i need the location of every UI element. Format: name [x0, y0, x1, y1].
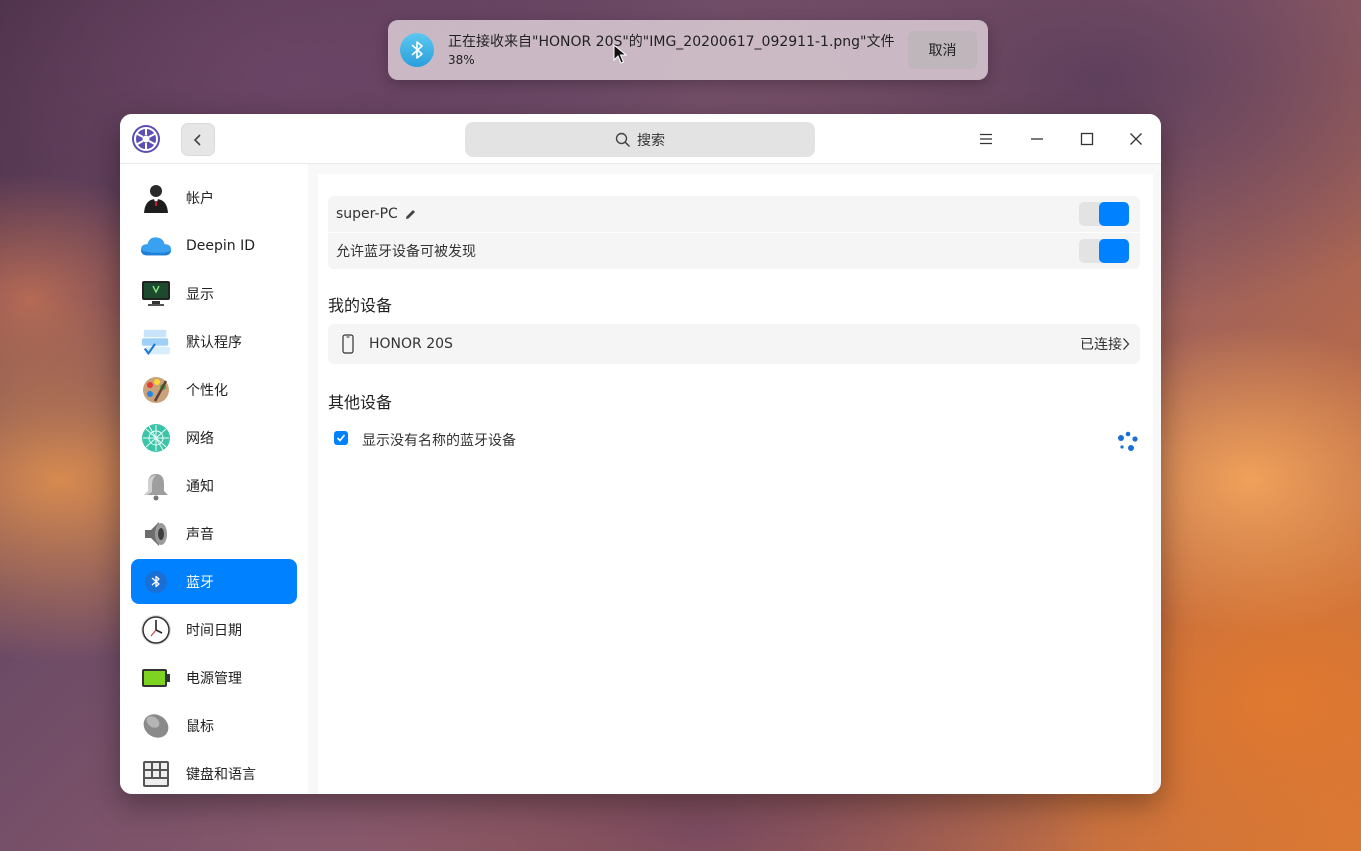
sidebar-item-label: 显示	[186, 286, 214, 303]
scanning-spinner-icon	[1115, 429, 1141, 455]
discoverable-row: 允许蓝牙设备可被发现	[328, 233, 1140, 269]
mouse-cursor-icon	[613, 43, 628, 64]
sidebar-item-label: 电源管理	[186, 670, 242, 687]
sidebar-item-label: 通知	[186, 478, 214, 495]
sidebar-item-datetime[interactable]: 时间日期	[131, 607, 297, 652]
account-icon	[140, 182, 172, 214]
keyboard-icon	[140, 758, 172, 790]
sidebar-item-label: 鼠标	[186, 718, 214, 735]
settings-logo-icon	[131, 124, 161, 154]
minimize-button[interactable]	[1022, 124, 1052, 154]
bluetooth-icon	[140, 566, 172, 598]
sidebar-item-default-apps[interactable]: 默认程序	[131, 319, 297, 364]
chevron-right-icon	[1122, 337, 1130, 351]
sidebar-item-notification[interactable]: 通知	[131, 463, 297, 508]
show-unnamed-checkbox[interactable]	[334, 431, 348, 445]
sidebar-item-label: 时间日期	[186, 622, 242, 639]
close-button[interactable]	[1121, 124, 1151, 154]
notification-message: 正在接收来自"HONOR 20S"的"IMG_20200617_092911-1…	[448, 34, 895, 50]
bluetooth-icon	[400, 33, 434, 67]
transfer-progress-text: 38%	[448, 53, 475, 67]
default-apps-icon	[140, 326, 172, 358]
my-devices-title: 我的设备	[328, 296, 393, 315]
show-unnamed-label: 显示没有名称的蓝牙设备	[362, 433, 516, 449]
network-icon	[140, 422, 172, 454]
palette-icon	[140, 374, 172, 406]
sidebar-item-personalization[interactable]: 个性化	[131, 367, 297, 412]
sidebar-item-label: Deepin ID	[186, 237, 256, 254]
control-center-window: 搜索 帐户 Deepin ID 显示 默认程序 个性化 网络 通知 声音 蓝牙 …	[120, 114, 1161, 794]
sidebar-item-label: 帐户	[186, 190, 214, 207]
back-button[interactable]	[181, 123, 215, 156]
discoverable-toggle[interactable]	[1079, 239, 1129, 263]
sidebar-item-label: 个性化	[186, 382, 228, 399]
checkmark-icon	[336, 434, 346, 442]
sidebar-item-sound[interactable]: 声音	[131, 511, 297, 556]
discoverable-label: 允许蓝牙设备可被发现	[336, 244, 476, 260]
maximize-button[interactable]	[1072, 124, 1102, 154]
sidebar-item-label: 默认程序	[186, 334, 242, 351]
search-input[interactable]: 搜索	[465, 122, 815, 157]
pencil-icon	[405, 209, 415, 219]
sidebar-item-network[interactable]: 网络	[131, 415, 297, 460]
device-name-row: super-PC	[328, 196, 1140, 232]
display-icon	[140, 278, 172, 310]
sidebar-item-deepin-id[interactable]: Deepin ID	[131, 223, 297, 268]
phone-icon	[342, 334, 354, 354]
sidebar-item-accounts[interactable]: 帐户	[131, 175, 297, 220]
sidebar-item-keyboard[interactable]: 键盘和语言	[131, 751, 297, 794]
cloud-icon	[140, 230, 172, 262]
close-icon	[1130, 133, 1142, 145]
menu-icon	[980, 133, 992, 145]
bluetooth-settings-panel: super-PC 允许蓝牙设备可被发现 我的设备 HONOR 20S 已连接 其…	[318, 174, 1153, 794]
sidebar: 帐户 Deepin ID 显示 默认程序 个性化 网络 通知 声音 蓝牙 时间日…	[120, 164, 308, 794]
file-transfer-notification: 正在接收来自"HONOR 20S"的"IMG_20200617_092911-1…	[388, 20, 988, 80]
sidebar-item-label: 蓝牙	[186, 574, 214, 591]
sidebar-item-bluetooth[interactable]: 蓝牙	[131, 559, 297, 604]
sidebar-item-label: 网络	[186, 430, 214, 447]
cancel-transfer-button[interactable]: 取消	[908, 31, 977, 69]
mouse-icon	[140, 710, 172, 742]
sidebar-item-label: 键盘和语言	[186, 766, 256, 783]
sidebar-item-display[interactable]: 显示	[131, 271, 297, 316]
device-name-text: super-PC	[336, 206, 398, 222]
speaker-icon	[140, 518, 172, 550]
search-icon	[615, 132, 631, 147]
device-status: 已连接	[1080, 337, 1122, 353]
device-row-honor-20s[interactable]: HONOR 20S 已连接	[328, 324, 1140, 364]
maximize-icon	[1080, 132, 1094, 146]
bell-icon	[140, 470, 172, 502]
edit-name-button[interactable]	[404, 208, 417, 221]
sidebar-item-power[interactable]: 电源管理	[131, 655, 297, 700]
menu-button[interactable]	[971, 124, 1001, 154]
back-arrow-icon	[193, 133, 201, 146]
minimize-icon	[1031, 138, 1043, 140]
titlebar: 搜索	[120, 114, 1161, 164]
battery-icon	[140, 662, 172, 694]
sidebar-item-mouse[interactable]: 鼠标	[131, 703, 297, 748]
search-placeholder: 搜索	[637, 132, 665, 149]
other-devices-title: 其他设备	[328, 393, 393, 412]
bluetooth-power-toggle[interactable]	[1079, 202, 1129, 226]
device-name: HONOR 20S	[369, 336, 453, 352]
sidebar-item-label: 声音	[186, 526, 214, 543]
clock-icon	[140, 614, 172, 646]
